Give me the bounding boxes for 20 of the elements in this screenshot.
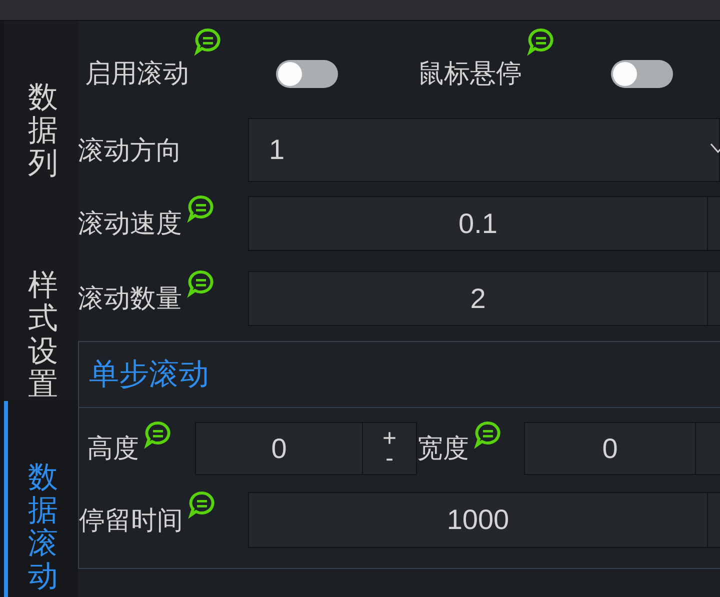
decrement-button[interactable]: -	[386, 448, 394, 468]
field-label: 高度	[87, 433, 139, 466]
field-label: 鼠标悬停	[418, 58, 522, 91]
number-field[interactable]: 2	[248, 271, 708, 326]
number-field[interactable]: 0.1	[248, 196, 708, 251]
field-label: 启用滚动	[85, 58, 189, 91]
increment-button[interactable]: +	[382, 428, 396, 448]
field-label: 滚动方向	[78, 134, 182, 168]
number-field[interactable]: 1000	[248, 492, 708, 548]
field-label: 滚动速度	[78, 208, 182, 241]
toggle-switch[interactable]	[276, 60, 338, 88]
field-label: 宽度	[417, 433, 469, 466]
sidebar-tab[interactable]: 数据滚动	[4, 401, 78, 597]
group-title: 单步滚动	[89, 356, 209, 394]
field-label: 滚动数量	[78, 283, 182, 316]
select-field[interactable]: 1	[248, 118, 720, 182]
toggle-switch[interactable]	[611, 60, 673, 88]
number-field[interactable]: 0	[195, 422, 363, 475]
field-label: 停留时间	[79, 504, 183, 538]
number-field[interactable]: 0	[524, 422, 696, 475]
